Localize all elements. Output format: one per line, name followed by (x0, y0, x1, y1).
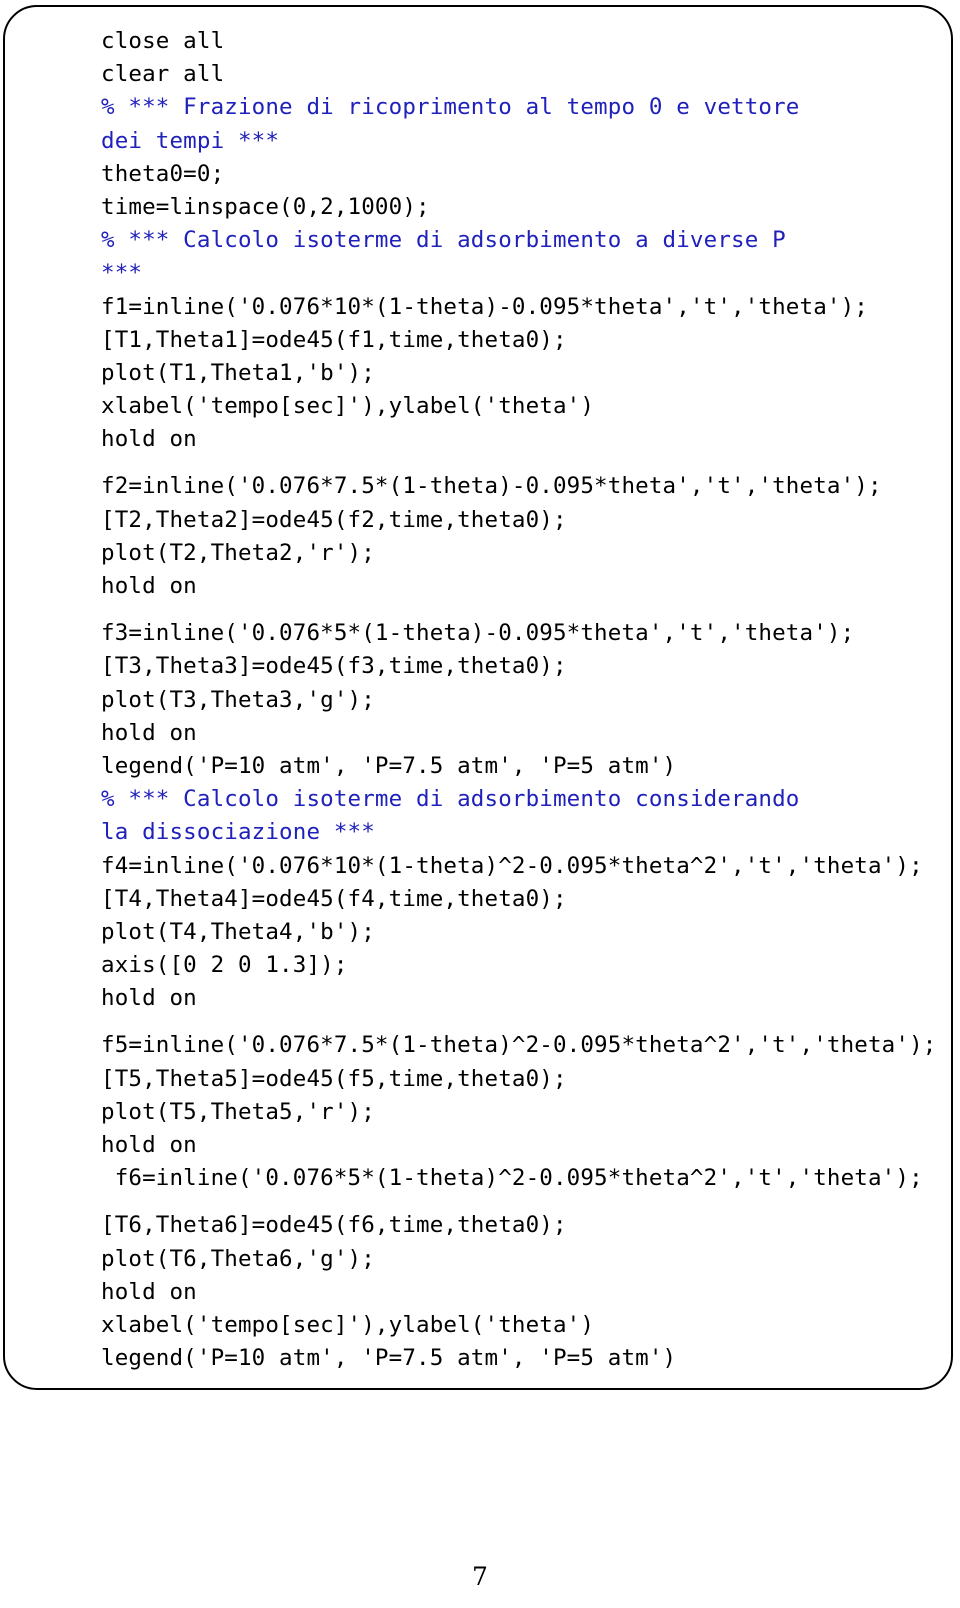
code-line: clear all (101, 61, 225, 88)
code-line: hold on (101, 1278, 197, 1305)
code-line: hold on (101, 426, 197, 453)
code-line: hold on (101, 573, 197, 599)
code-line: [T3,Theta3]=ode45(f3,time,theta0); (101, 653, 567, 680)
code-line: [T4,Theta4]=ode45(f4,time,theta0); (101, 885, 567, 912)
code-line: xlabel('tempo[sec]'),ylabel('theta') (101, 393, 595, 420)
code-line: plot(T2,Theta2,'r'); (101, 539, 375, 566)
code-line: *** (101, 260, 143, 287)
code-line: plot(T5,Theta5,'r'); (101, 1098, 375, 1125)
code-line: f5=inline('0.076*7.5*(1-theta)^2-0.095*t… (101, 1032, 937, 1059)
code-line: axis([0 2 0 1.3]); (101, 952, 348, 979)
code-line: plot(T6,Theta6,'g'); (101, 1245, 375, 1272)
code-line: theta0=0; (101, 160, 225, 187)
code-line: time=linspace(0,2,1000); (101, 193, 430, 220)
code-line: [T5,Theta5]=ode45(f5,time,theta0); (101, 1065, 567, 1092)
code-listing-box: close all clear all % *** Frazione di rico… (3, 5, 953, 1390)
code-line: hold on (101, 719, 197, 746)
code-line: hold on (101, 985, 197, 1012)
code-line: xlabel('tempo[sec]'),ylabel('theta') (101, 1311, 595, 1338)
code-line: [T2,Theta2]=ode45(f2,time,theta0); (101, 506, 567, 533)
code-line: f6=inline('0.076*5*(1-theta)^2-0.095*the… (101, 1165, 923, 1192)
code-line: hold on (101, 1132, 197, 1158)
code-line: plot(T4,Theta4,'b'); (101, 918, 375, 945)
code-listing: close all clear all % *** Frazione di rico… (101, 25, 957, 1375)
code-line: legend('P=10 atm', 'P=7.5 atm', 'P=5 atm… (101, 752, 677, 779)
code-line: f4=inline('0.076*10*(1-theta)^2-0.095*th… (101, 852, 923, 879)
code-line: f1=inline('0.076*10*(1-theta)-0.095*thet… (101, 293, 868, 320)
code-line: [T1,Theta1]=ode45(f1,time,theta0); (101, 326, 567, 353)
code-line: % *** Calcolo isoterme di adsorbimento c… (101, 786, 800, 813)
code-line: [T6,Theta6]=ode45(f6,time,theta0); (101, 1212, 567, 1239)
document-page: close all clear all % *** Frazione di rico… (0, 0, 960, 1608)
code-line: la dissociazione *** (101, 819, 375, 846)
code-line: % *** Calcolo isoterme di adsorbimento a… (101, 227, 786, 254)
code-line: dei tempi *** (101, 127, 280, 154)
code-line: f2=inline('0.076*7.5*(1-theta)-0.095*the… (101, 473, 882, 500)
code-line: plot(T1,Theta1,'b'); (101, 359, 375, 386)
code-line: close all (101, 28, 225, 54)
code-line: plot(T3,Theta3,'g'); (101, 686, 375, 713)
code-line: f3=inline('0.076*5*(1-theta)-0.095*theta… (101, 620, 855, 647)
code-line: % *** Frazione di ricoprimento al tempo … (101, 94, 800, 121)
code-line: legend('P=10 atm', 'P=7.5 atm', 'P=5 atm… (101, 1345, 677, 1372)
page-number: 7 (472, 1562, 488, 1591)
